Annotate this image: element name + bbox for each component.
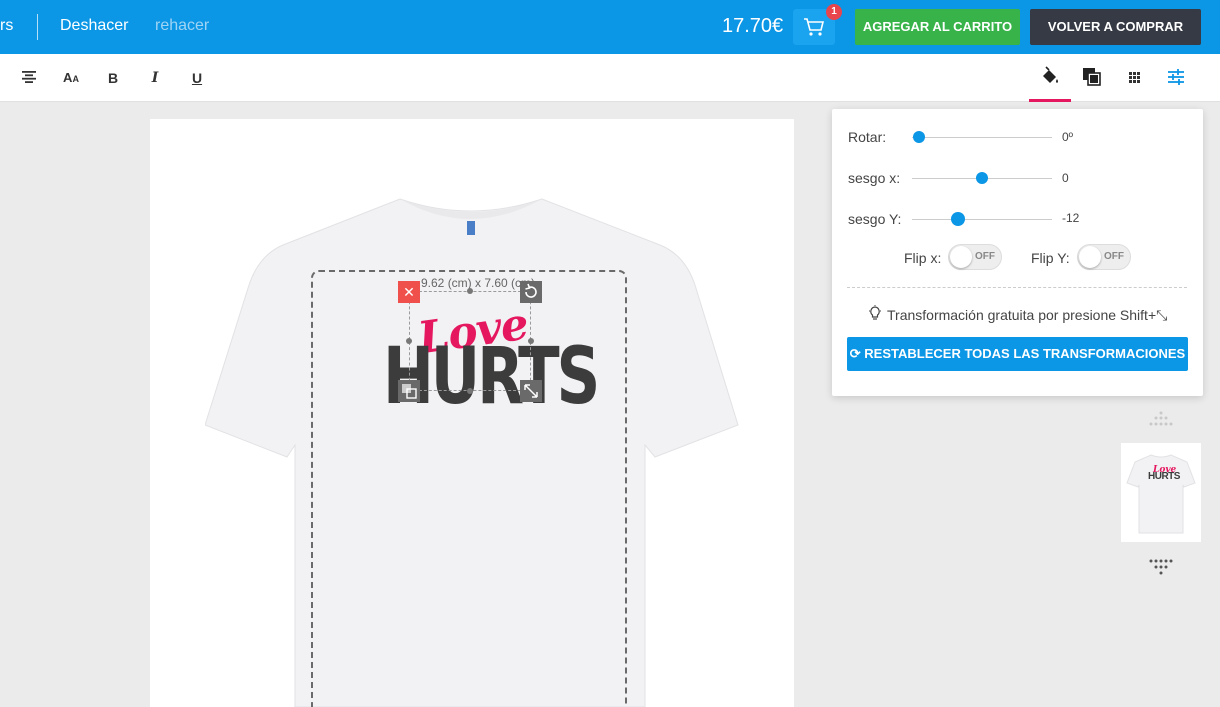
panel-divider: [847, 287, 1187, 288]
buy-again-button[interactable]: VOLVER A COMPRAR: [1030, 9, 1201, 45]
price-display: 17.70€: [722, 15, 784, 37]
toggle-knob: [950, 246, 972, 268]
undo-button[interactable]: Deshacer: [60, 17, 128, 35]
top-bar: rs Deshacer rehacer 17.70€ 1 AGREGAR AL …: [0, 0, 1220, 54]
resize-handle-right[interactable]: [528, 338, 534, 344]
refresh-icon: ⟳: [849, 346, 865, 361]
delete-icon[interactable]: ✕: [398, 281, 420, 303]
layers-icon[interactable]: [398, 380, 420, 402]
toggle-state: OFF: [975, 251, 995, 262]
underline-icon[interactable]: U: [186, 67, 208, 89]
skew-x-slider-thumb[interactable]: [976, 172, 988, 184]
active-tab-indicator: [1029, 99, 1071, 102]
resize-handle-bottom[interactable]: [467, 388, 473, 394]
selection-box[interactable]: [409, 291, 531, 391]
redo-button[interactable]: rehacer: [155, 17, 209, 35]
drag-handle-icon[interactable]: [1146, 410, 1176, 428]
scale-icon[interactable]: [520, 380, 542, 402]
dimensions-label: 9.62 (cm) x 7.60 (cm): [421, 276, 536, 290]
toggle-knob: [1079, 246, 1101, 268]
flip-y-toggle[interactable]: OFF: [1077, 244, 1131, 270]
skew-y-slider-track[interactable]: [912, 219, 1052, 220]
divider: [37, 14, 38, 40]
thumbnail-hurts: HURTS: [1148, 471, 1180, 482]
rotate-icon[interactable]: [520, 281, 542, 303]
cart-count-badge: 1: [826, 4, 842, 20]
font-size-icon[interactable]: AA: [60, 67, 82, 89]
pattern-icon[interactable]: [1123, 66, 1145, 88]
resize-handle-top[interactable]: [467, 288, 473, 294]
truncated-label: rs: [0, 17, 14, 34]
skew-y-slider-thumb[interactable]: [951, 212, 965, 226]
bold-icon[interactable]: B: [102, 67, 124, 89]
stroke-color-icon[interactable]: [1081, 66, 1103, 88]
skew-x-value: 0: [1062, 171, 1069, 185]
rotate-label: Rotar:: [848, 129, 887, 145]
skew-y-label: sesgo Y:: [848, 211, 902, 227]
rotate-slider-track[interactable]: [912, 137, 1052, 138]
skew-x-label: sesgo x:: [848, 170, 901, 186]
fill-color-icon[interactable]: [1039, 66, 1061, 88]
align-center-icon[interactable]: [18, 67, 40, 89]
reset-transformations-button[interactable]: ⟳ RESTABLECER TODAS LAS TRANSFORMACIONES: [847, 337, 1188, 371]
shift-tip-text: Transformación gratuita por presione Shi…: [887, 307, 1168, 323]
flip-x-toggle[interactable]: OFF: [948, 244, 1002, 270]
rotate-slider-thumb[interactable]: [913, 131, 925, 143]
flip-x-label: Flip x:: [904, 250, 942, 266]
reset-label: RESTABLECER TODAS LAS TRANSFORMACIONES: [864, 346, 1186, 361]
lightbulb-icon: [869, 305, 881, 320]
tshirt-thumbnail-icon: [1126, 454, 1196, 534]
transform-panel: Rotar: 0º sesgo x: 0 sesgo Y: -12 Flip x…: [832, 109, 1203, 396]
toggle-state: OFF: [1104, 251, 1124, 262]
flip-y-label: Flip Y:: [1031, 250, 1070, 266]
italic-icon[interactable]: I: [144, 67, 166, 89]
view-thumbnail-front[interactable]: Love HURTS: [1121, 443, 1201, 542]
editor-toolbar: AA B I U: [0, 54, 1220, 102]
transform-settings-icon[interactable]: [1165, 66, 1187, 88]
rotate-value: 0º: [1062, 130, 1074, 144]
expand-views-icon[interactable]: [1146, 558, 1176, 576]
resize-handle-left[interactable]: [406, 338, 412, 344]
skew-y-value: -12: [1062, 211, 1080, 225]
cart-icon: [804, 18, 825, 36]
add-to-cart-button[interactable]: AGREGAR AL CARRITO: [855, 9, 1020, 45]
